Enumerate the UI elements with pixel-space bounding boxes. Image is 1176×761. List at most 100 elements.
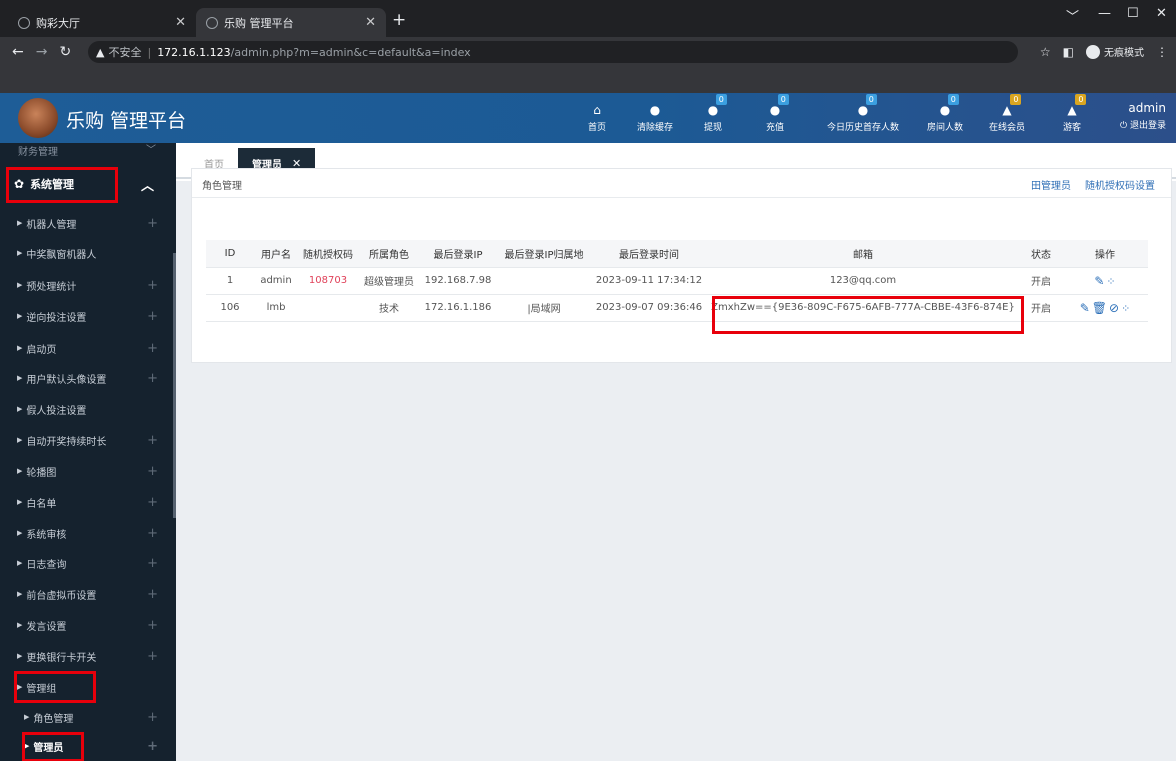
plus-icon: + bbox=[147, 648, 158, 664]
address-bar-row: ← → ↻ ▲ 不安全 | 172.16.1.123 /admin.php?m=… bbox=[0, 37, 1176, 67]
star-icon[interactable]: ☆ bbox=[1040, 45, 1051, 59]
nav-label: 房间人数 bbox=[926, 123, 963, 133]
sidebar-item-preprocess[interactable]: ▶ 预处理统计 + bbox=[0, 270, 176, 300]
sidebar-item-audit[interactable]: ▶ 系统审核 + bbox=[0, 518, 176, 548]
cell-ip: 172.16.1.186 bbox=[420, 294, 496, 322]
cell-auth-code: 108703 bbox=[298, 267, 358, 295]
count-badge: 0 bbox=[947, 94, 959, 105]
col-header: 所属角色 bbox=[358, 240, 420, 268]
sidebar-item-splash[interactable]: ▶ 启动页 + bbox=[0, 333, 176, 363]
forward-icon[interactable]: → bbox=[36, 44, 48, 60]
nav-first-deposit[interactable]: ● 0 今日历史首存人数 bbox=[818, 93, 908, 143]
plus-icon: + bbox=[147, 738, 158, 754]
add-admin-link[interactable]: 田管理员 bbox=[1031, 177, 1071, 192]
browser-tab-lottery[interactable]: 购彩大厅 ✕ bbox=[8, 8, 196, 37]
cell-username: admin bbox=[254, 267, 298, 295]
count-badge: 0 bbox=[777, 94, 789, 105]
plus-icon: + bbox=[147, 525, 158, 541]
count-badge: 0 bbox=[865, 94, 877, 105]
loading-icon[interactable]: ⁘ bbox=[1121, 302, 1130, 315]
plus-icon: + bbox=[147, 308, 158, 324]
nav-online-members[interactable]: ▲ 0 在线会员 bbox=[984, 93, 1030, 143]
nav-recharge[interactable]: ● 0 充值 bbox=[760, 93, 790, 143]
highlight-box bbox=[22, 732, 84, 761]
plus-icon: + bbox=[147, 586, 158, 602]
highlight-box bbox=[6, 167, 118, 203]
chevron-down-icon: ﹀ bbox=[146, 145, 156, 156]
sidebar-item-whitelist[interactable]: ▶ 白名单 + bbox=[0, 487, 176, 517]
nav-withdraw[interactable]: ● 0 提现 bbox=[698, 93, 728, 143]
new-tab-button[interactable]: + bbox=[392, 10, 406, 30]
url-input[interactable]: ▲ 不安全 | 172.16.1.123 /admin.php?m=admin&… bbox=[88, 41, 1018, 63]
sidebar-item-auto-draw[interactable]: ▶ 自动开奖持续时长 + bbox=[0, 425, 176, 455]
sidebar-item-logs[interactable]: ▶ 日志查询 + bbox=[0, 548, 176, 578]
plus-icon: + bbox=[147, 555, 158, 571]
sidepanel-icon[interactable]: ◧ bbox=[1063, 45, 1074, 59]
more-menu-icon[interactable]: ⋮ bbox=[1156, 45, 1168, 59]
panel-title: 角色管理 bbox=[202, 181, 242, 192]
logout-link[interactable]: ⏻ 退出登录 bbox=[1120, 118, 1166, 131]
plus-icon: + bbox=[147, 432, 158, 448]
sidebar-item-label: 假人投注设置 bbox=[26, 405, 87, 417]
sidebar-item-fake-bet[interactable]: ▶ 假人投注设置 bbox=[0, 394, 176, 424]
col-header: ID bbox=[206, 240, 254, 268]
edit-icon[interactable]: ✎ bbox=[1080, 301, 1090, 315]
sidebar-item-virtual-coin[interactable]: ▶ 前台虚拟币设置 + bbox=[0, 579, 176, 609]
sidebar-item-robot[interactable]: ▶ 机器人管理 + bbox=[0, 208, 176, 238]
nav-home[interactable]: ⌂ 首页 bbox=[582, 93, 612, 143]
url-path: /admin.php?m=admin&c=default&a=index bbox=[230, 45, 471, 59]
sidebar-item-label: 系统审核 bbox=[26, 529, 67, 541]
sidebar-item-role-management[interactable]: ▶ 角色管理 + bbox=[0, 702, 176, 732]
plus-icon: + bbox=[147, 463, 158, 479]
tab-search-icon[interactable]: ﹀ bbox=[1066, 6, 1079, 25]
nav-clear-cache[interactable]: ● 清除缓存 bbox=[630, 93, 680, 143]
admin-user[interactable]: admin ⏻ 退出登录 bbox=[1120, 101, 1166, 131]
nav-room[interactable]: ● 0 房间人数 bbox=[922, 93, 968, 143]
plus-icon: + bbox=[147, 494, 158, 510]
app-header: 乐购 管理平台 ⌂ 首页 ● 清除缓存 ● 0 提现 ● 0 充值 ● 0 今日历史首… bbox=[0, 93, 1176, 143]
brand-title: 乐购 管理平台 bbox=[66, 110, 187, 132]
incognito-label: 无痕模式 bbox=[1104, 48, 1144, 59]
edit-icon[interactable]: ✎ bbox=[1094, 274, 1104, 288]
reload-icon[interactable]: ↻ bbox=[59, 44, 71, 60]
incognito-indicator[interactable]: 无痕模式 bbox=[1086, 44, 1144, 59]
url-host: 172.16.1.123 bbox=[157, 45, 231, 59]
minimize-button[interactable]: — bbox=[1098, 6, 1111, 21]
cell-ip-location: |局域网 bbox=[496, 294, 592, 322]
sidebar-item-label: 角色管理 bbox=[33, 713, 74, 725]
sidebar-item-carousel[interactable]: ▶ 轮播图 + bbox=[0, 456, 176, 486]
sidebar-item-label: 启动页 bbox=[26, 344, 57, 356]
loading-icon[interactable]: ⁘ bbox=[1106, 275, 1115, 288]
sidebar-item-winning-robot[interactable]: ▶ 中奖飘窗机器人 bbox=[0, 238, 176, 268]
caret-right-icon: ▶ bbox=[17, 436, 23, 444]
logo-avatar bbox=[18, 98, 58, 138]
sidebar-item-chat[interactable]: ▶ 发言设置 + bbox=[0, 610, 176, 640]
panel-actions: 田管理员 随机授权码设置 bbox=[1031, 177, 1155, 192]
sidebar-item-label: 轮播图 bbox=[26, 467, 57, 479]
nav-guests[interactable]: ▲ 0 游客 bbox=[1058, 93, 1087, 143]
sidebar-item-finance[interactable]: 财务管理 ﹀ bbox=[0, 143, 176, 159]
trash-icon[interactable]: 🗑 bbox=[1092, 301, 1107, 315]
close-window-button[interactable]: ✕ bbox=[1156, 6, 1167, 21]
insecure-label: 不安全 bbox=[108, 46, 142, 59]
sidebar-item-reverse-bet[interactable]: ▶ 逆向投注设置 + bbox=[0, 301, 176, 331]
maximize-button[interactable]: ☐ bbox=[1127, 6, 1139, 21]
sidebar-item-avatar[interactable]: ▶ 用户默认头像设置 + bbox=[0, 363, 176, 393]
count-badge: 0 bbox=[715, 94, 727, 105]
table-row: 1 admin 108703 超级管理员 192.168.7.98 2023-0… bbox=[206, 267, 1148, 295]
sidebar-item-bank-card[interactable]: ▶ 更换银行卡开关 + bbox=[0, 641, 176, 671]
close-icon[interactable]: ✕ bbox=[175, 15, 186, 30]
back-icon[interactable]: ← bbox=[12, 44, 24, 60]
nav-label: 在线会员 bbox=[988, 123, 1025, 133]
disable-icon[interactable]: ⊘ bbox=[1109, 301, 1119, 315]
auth-code-settings-link[interactable]: 随机授权码设置 bbox=[1085, 177, 1155, 192]
browser-tab-admin[interactable]: 乐购 管理平台 ✕ bbox=[196, 8, 386, 37]
col-header: 最后登录IP bbox=[420, 240, 496, 268]
room-icon: ● 0 bbox=[940, 94, 959, 117]
highlight-box bbox=[712, 296, 1024, 334]
caret-right-icon: ▶ bbox=[17, 374, 23, 382]
divider bbox=[192, 197, 1171, 198]
sidebar-item-label: 前台虚拟币设置 bbox=[26, 590, 97, 602]
home-icon: ⌂ bbox=[593, 103, 601, 117]
close-icon[interactable]: ✕ bbox=[365, 15, 376, 30]
